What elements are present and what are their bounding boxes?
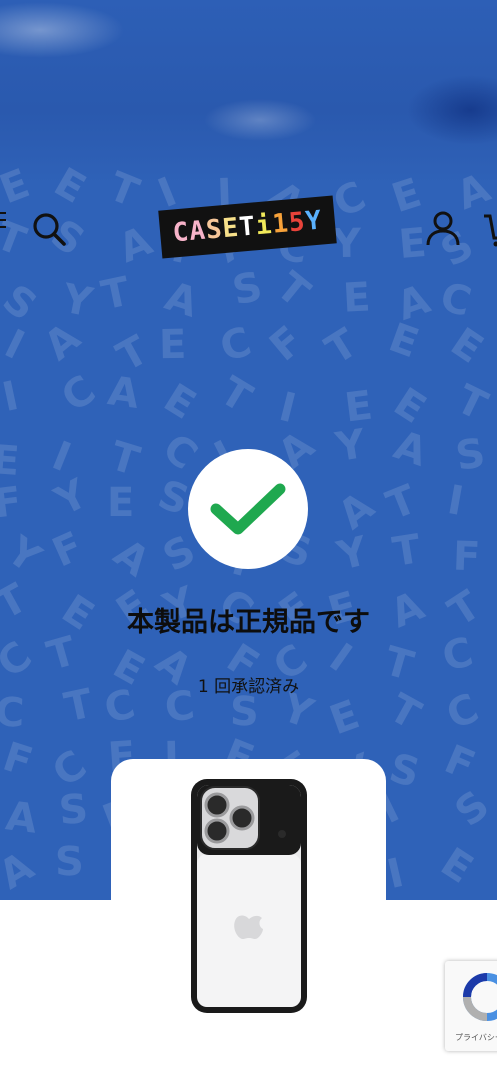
check-icon xyxy=(210,483,286,535)
pattern-letter: I xyxy=(443,476,467,525)
pattern-letter: F xyxy=(452,533,481,581)
pattern-letter: E xyxy=(383,314,425,368)
pattern-letter: E xyxy=(0,436,21,485)
pattern-letter: T xyxy=(379,476,423,529)
verification-count: 1 回承認済み xyxy=(197,677,300,697)
pattern-letter: S xyxy=(0,275,46,330)
pattern-letter: E xyxy=(386,169,427,222)
pattern-letter: T xyxy=(449,376,494,430)
pattern-letter: I xyxy=(0,320,32,369)
pattern-letter: A xyxy=(105,368,143,419)
pattern-letter: C xyxy=(435,274,476,327)
pattern-letter: T xyxy=(212,368,260,422)
search-button[interactable] xyxy=(30,210,70,250)
pattern-letter: C xyxy=(154,425,206,480)
pattern-letter: Y xyxy=(59,275,97,327)
pattern-letter: E xyxy=(107,480,135,527)
pattern-letter: S xyxy=(228,263,267,315)
pattern-letter: A xyxy=(112,217,159,272)
verification-title: 本製品は正規品です xyxy=(127,607,370,638)
product-image xyxy=(191,779,307,1013)
pattern-letter: A xyxy=(0,843,42,899)
pattern-letter: Y xyxy=(48,471,96,526)
pattern-letter: S xyxy=(55,839,85,886)
pattern-letter: S xyxy=(384,745,424,798)
hero-photo xyxy=(0,0,497,185)
logo-letter: Y xyxy=(304,205,324,237)
cart-button[interactable] xyxy=(482,208,497,248)
pattern-letter: E xyxy=(432,839,481,893)
pattern-letter: F xyxy=(46,523,90,577)
pattern-letter: T xyxy=(97,268,135,320)
pattern-letter: Y xyxy=(0,527,49,583)
pattern-letter: C xyxy=(215,318,257,371)
pattern-letter: T xyxy=(102,163,146,217)
menu-icon[interactable] xyxy=(0,212,6,228)
pattern-letter: F xyxy=(438,736,482,790)
search-icon xyxy=(33,213,66,246)
pattern-letter: A xyxy=(3,793,40,843)
pattern-letter: T xyxy=(317,320,366,375)
recaptcha-icon xyxy=(463,973,497,1021)
pattern-letter: S xyxy=(56,786,90,835)
pattern-letter: E xyxy=(323,691,366,744)
pattern-letter: A xyxy=(159,273,204,327)
pattern-letter: T xyxy=(267,263,318,317)
account-icon xyxy=(426,211,460,246)
pattern-letter: T xyxy=(389,526,425,576)
pattern-letter: S xyxy=(446,782,497,837)
cart-icon xyxy=(484,214,497,247)
pattern-letter: A xyxy=(388,421,433,476)
recaptcha-badge[interactable]: プライバシー xyxy=(445,961,497,1051)
pattern-letter: I xyxy=(0,373,23,422)
recaptcha-privacy-label[interactable]: プライバシー xyxy=(455,1032,497,1043)
pattern-letter: T xyxy=(104,433,145,486)
product-card[interactable] xyxy=(111,759,386,1033)
pattern-letter: A xyxy=(105,530,159,587)
pattern-letter: C xyxy=(53,367,104,422)
pattern-letter: F xyxy=(0,734,38,787)
pattern-letter: E xyxy=(342,274,372,323)
pattern-letter: F xyxy=(261,317,312,371)
pattern-letter: E xyxy=(155,374,203,429)
pattern-letter: Y xyxy=(332,220,362,268)
verified-badge xyxy=(188,449,308,569)
pattern-letter: E xyxy=(442,319,491,374)
pattern-letter: I xyxy=(382,849,408,898)
pattern-letter: F xyxy=(0,478,24,527)
pattern-letter: E xyxy=(158,322,187,369)
account-button[interactable] xyxy=(423,208,463,248)
pattern-letter: S xyxy=(452,429,489,480)
pattern-letter: Y xyxy=(333,528,373,581)
